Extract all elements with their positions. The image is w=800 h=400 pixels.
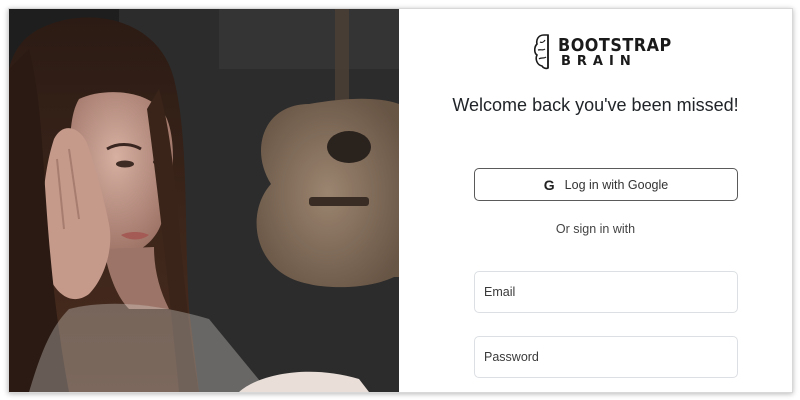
brand-name-line2: BRAIN [561,54,637,69]
email-field[interactable] [474,271,738,313]
google-login-button[interactable]: G Log in with Google [474,168,738,201]
google-login-label: Log in with Google [564,177,669,192]
login-card: BOOTSTRAP BRAIN Welcome back you've been… [8,8,793,393]
hero-photo [9,9,399,392]
brand-logo[interactable]: BOOTSTRAP BRAIN [534,31,671,77]
login-panel: BOOTSTRAP BRAIN Welcome back you've been… [399,9,792,392]
brand-name-line1: BOOTSTRAP [558,34,672,56]
brain-icon [534,34,549,70]
password-field[interactable] [474,336,738,378]
hero-photo-illustration [9,9,399,392]
google-icon: G [543,176,555,193]
welcome-heading: Welcome back you've been missed! [452,95,739,115]
or-sign-in-text: Or sign in with [555,222,636,236]
